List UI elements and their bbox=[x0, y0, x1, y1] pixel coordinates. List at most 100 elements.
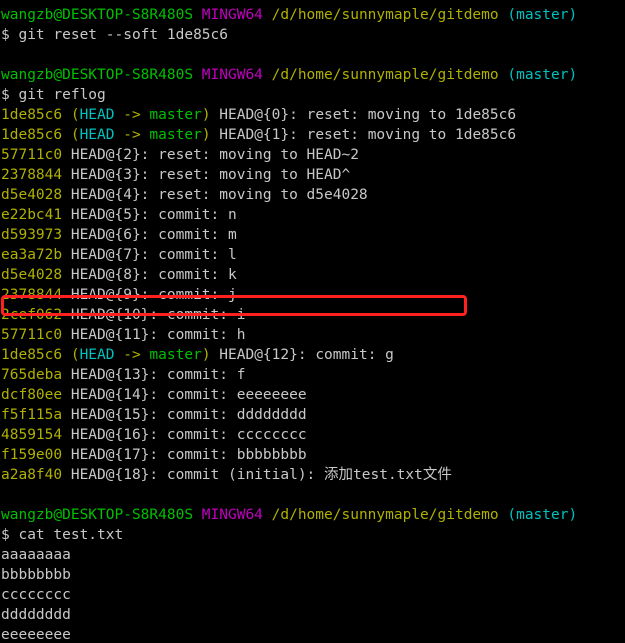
commit-hash: 57711c0 bbox=[1, 327, 71, 343]
prompt-line: wangzb@DESKTOP-S8R480S MINGW64 /d/home/s… bbox=[1, 65, 625, 85]
command-line-reflog: $ git reflog bbox=[1, 85, 625, 105]
command-text: git reflog bbox=[18, 87, 106, 103]
reflog-action: commit: l bbox=[149, 247, 237, 263]
commit-hash: f159e00 bbox=[1, 447, 71, 463]
terminal-screen: wangzb@DESKTOP-S8R480S MINGW64 /d/home/s… bbox=[1, 5, 625, 643]
prompt-path: /d/home/sunnymaple/gitdemo bbox=[271, 507, 499, 523]
prompt-line: wangzb@DESKTOP-S8R480S MINGW64 /d/home/s… bbox=[1, 5, 625, 25]
reflog-action: reset: moving to HEAD~2 bbox=[149, 147, 359, 163]
reflog-entry: 57711c0 HEAD@{11}: commit: h bbox=[1, 325, 625, 345]
reflog-action: commit: h bbox=[158, 327, 246, 343]
command-text: git reset --soft 1de85c6 bbox=[18, 27, 228, 43]
reflog-selector: HEAD@{11}: bbox=[70, 327, 159, 343]
reflog-action: commit: g bbox=[306, 347, 394, 363]
reflog-selector: HEAD@{8}: bbox=[70, 267, 150, 283]
reflog-selector: HEAD@{3}: bbox=[70, 167, 150, 183]
reflog-action: commit: eeeeeeee bbox=[158, 387, 307, 403]
file-output-line: aaaaaaaa bbox=[1, 547, 71, 563]
head-ref: HEAD bbox=[79, 347, 115, 363]
commit-hash: 57711c0 bbox=[1, 147, 71, 163]
prompt-symbol: $ bbox=[1, 87, 19, 103]
reflog-selector: HEAD@{1}: bbox=[219, 127, 298, 143]
reflog-entry: 765deba HEAD@{13}: commit: f bbox=[1, 365, 625, 385]
prompt-symbol: $ bbox=[1, 527, 19, 543]
reflog-entry: 57711c0 HEAD@{2}: reset: moving to HEAD~… bbox=[1, 145, 625, 165]
command-line-reset: $ git reset --soft 1de85c6 bbox=[1, 25, 625, 45]
decoration-close-paren: ) bbox=[201, 347, 220, 363]
commit-hash: 1de85c6 bbox=[1, 127, 71, 143]
reflog-action: commit: f bbox=[158, 367, 246, 383]
decoration-open-paren: ( bbox=[70, 107, 80, 123]
reflog-selector: HEAD@{13}: bbox=[70, 367, 159, 383]
reflog-entry: a2a8f40 HEAD@{18}: commit (initial): 添加t… bbox=[1, 465, 625, 485]
commit-hash: a2a8f40 bbox=[1, 467, 71, 483]
reflog-selector: HEAD@{2}: bbox=[70, 147, 150, 163]
reflog-selector: HEAD@{10}: bbox=[70, 307, 159, 323]
terminal-window[interactable]: wangzb@DESKTOP-S8R480S MINGW64 /d/home/s… bbox=[0, 0, 625, 643]
file-output-line: dddddddd bbox=[1, 607, 71, 623]
reflog-entry: f159e00 HEAD@{17}: commit: bbbbbbbb bbox=[1, 445, 625, 465]
ref-arrow: -> bbox=[114, 347, 150, 363]
prompt-user-host: wangzb@DESKTOP-S8R480S bbox=[1, 507, 194, 523]
reflog-action: commit: k bbox=[149, 267, 237, 283]
reflog-action: commit: n bbox=[149, 207, 237, 223]
commit-hash: 765deba bbox=[1, 367, 71, 383]
reflog-entry: e22bc41 HEAD@{5}: commit: n bbox=[1, 205, 625, 225]
reflog-selector: HEAD@{9}: bbox=[70, 287, 150, 303]
reflog-selector: HEAD@{16}: bbox=[70, 427, 159, 443]
prompt-branch: (master) bbox=[507, 67, 578, 83]
reflog-entry: dcf80ee HEAD@{14}: commit: eeeeeeee bbox=[1, 385, 625, 405]
file-output-line: eeeeeeee bbox=[1, 627, 71, 643]
reflog-selector: HEAD@{6}: bbox=[70, 227, 150, 243]
decoration-open-paren: ( bbox=[70, 127, 80, 143]
reflog-selector: HEAD@{4}: bbox=[70, 187, 150, 203]
ref-arrow: -> bbox=[114, 127, 150, 143]
prompt-line: wangzb@DESKTOP-S8R480S MINGW64 /d/home/s… bbox=[1, 505, 625, 525]
reflog-action: reset: moving to d5e4028 bbox=[149, 187, 368, 203]
prompt-shell: MINGW64 bbox=[201, 507, 263, 523]
reflog-selector: HEAD@{17}: bbox=[70, 447, 159, 463]
reflog-selector: HEAD@{5}: bbox=[70, 207, 150, 223]
prompt-path: /d/home/sunnymaple/gitdemo bbox=[271, 7, 499, 23]
commit-hash: 1de85c6 bbox=[1, 107, 71, 123]
reflog-entry: 2378844 HEAD@{3}: reset: moving to HEAD^ bbox=[1, 165, 625, 185]
reflog-action: commit: dddddddd bbox=[158, 407, 307, 423]
prompt-branch: (master) bbox=[507, 7, 578, 23]
commit-hash: dcf80ee bbox=[1, 387, 71, 403]
prompt-shell: MINGW64 bbox=[201, 7, 263, 23]
reflog-selector: HEAD@{0}: bbox=[219, 107, 298, 123]
commit-hash: f5f115a bbox=[1, 407, 71, 423]
reflog-action: commit: i bbox=[158, 307, 246, 323]
reflog-selector: HEAD@{7}: bbox=[70, 247, 150, 263]
command-line-cat: $ cat test.txt bbox=[1, 525, 625, 545]
reflog-action: commit: m bbox=[149, 227, 237, 243]
reflog-entry: 1de85c6 (HEAD -> master) HEAD@{1}: reset… bbox=[1, 125, 625, 145]
file-output: aaaaaaaa bbbbbbbb cccccccc dddddddd eeeeeeee… bbox=[1, 545, 625, 643]
reflog-action: commit: cccccccc bbox=[158, 427, 307, 443]
reflog-output: 1de85c6 (HEAD -> master) HEAD@{0}: reset… bbox=[1, 105, 625, 485]
commit-hash: d5e4028 bbox=[1, 267, 71, 283]
reflog-entry: d5e4028 HEAD@{4}: reset: moving to d5e40… bbox=[1, 185, 625, 205]
commit-hash: ea3a72b bbox=[1, 247, 71, 263]
file-output-line: cccccccc bbox=[1, 587, 71, 603]
commit-hash: e22bc41 bbox=[1, 207, 71, 223]
command-text: cat test.txt bbox=[18, 527, 124, 543]
reflog-selector: HEAD@{12}: bbox=[219, 347, 307, 363]
branch-ref: master bbox=[149, 107, 202, 123]
reflog-entry: d5e4028 HEAD@{8}: commit: k bbox=[1, 265, 625, 285]
branch-ref: master bbox=[149, 347, 202, 363]
reflog-entry: ea3a72b HEAD@{7}: commit: l bbox=[1, 245, 625, 265]
reflog-entry: 2378844 HEAD@{9}: commit: j bbox=[1, 285, 625, 305]
decoration-open-paren: ( bbox=[70, 347, 80, 363]
reflog-entry-highlighted: 1de85c6 (HEAD -> master) HEAD@{12}: comm… bbox=[1, 345, 625, 365]
reflog-action: reset: moving to HEAD^ bbox=[149, 167, 351, 183]
commit-hash: 2378844 bbox=[1, 287, 71, 303]
reflog-action: commit: j bbox=[149, 287, 237, 303]
decoration-close-paren: ) bbox=[201, 107, 220, 123]
